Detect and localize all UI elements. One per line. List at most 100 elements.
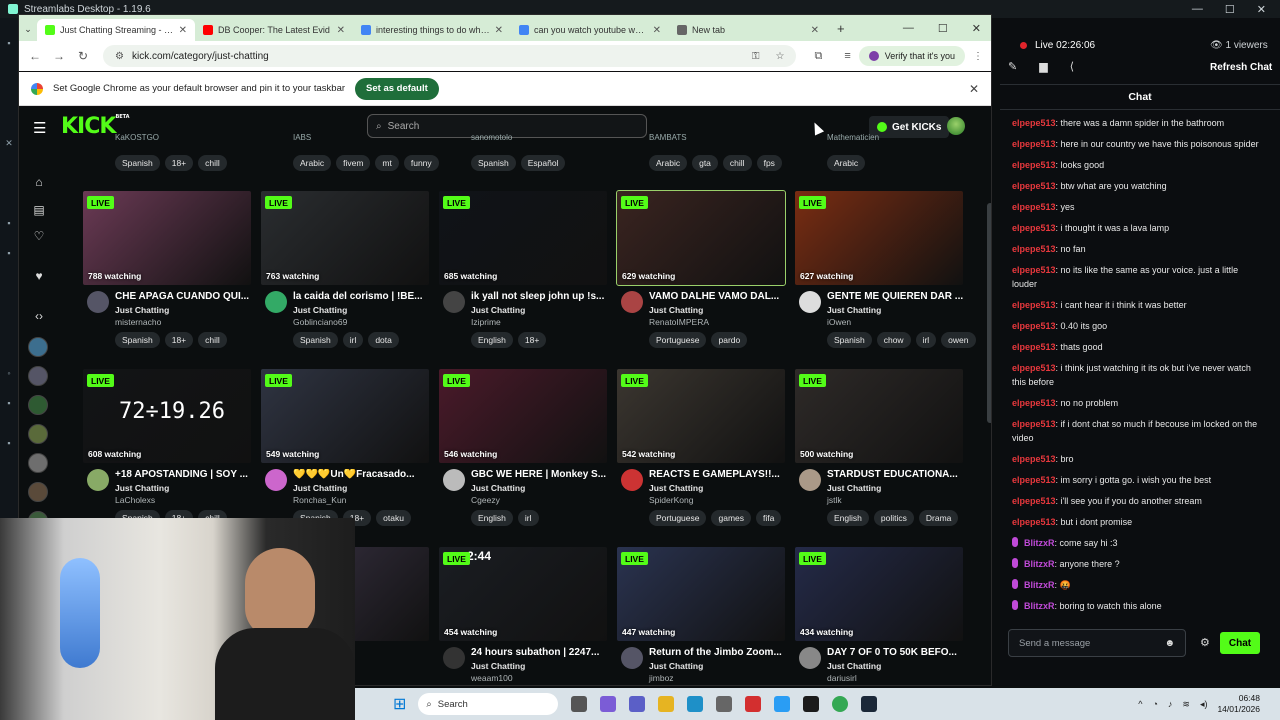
- browser-tab[interactable]: interesting things to do while o ✕: [353, 19, 511, 41]
- streamer-name[interactable]: jimboz: [649, 673, 674, 683]
- set-as-default-button[interactable]: Set as default: [355, 77, 439, 100]
- refresh-chat-button[interactable]: Refresh Chat: [1210, 62, 1272, 73]
- teams-icon[interactable]: [629, 696, 646, 712]
- channel-avatar[interactable]: [28, 424, 48, 444]
- stream-thumbnail[interactable]: LIVE 627 watching: [795, 191, 963, 285]
- streamer-avatar[interactable]: [87, 469, 109, 491]
- steam-icon[interactable]: [861, 696, 878, 712]
- stream-card[interactable]: LIVE 549 watching 💛💛💛Un💛Fracasado... Just…: [261, 369, 429, 526]
- chat-username[interactable]: elpepe513: [1012, 475, 1056, 485]
- tag-chip[interactable]: Arabic: [827, 155, 866, 171]
- tag-chip[interactable]: chill: [722, 155, 752, 171]
- stream-thumbnail[interactable]: LIVE 788 watching: [83, 191, 251, 285]
- home-icon[interactable]: ⌂: [31, 175, 47, 189]
- tag-chip[interactable]: Arabic: [649, 155, 688, 171]
- streamer-name[interactable]: IABS: [293, 133, 311, 142]
- tag-chip[interactable]: fps: [756, 155, 782, 171]
- store-icon[interactable]: [716, 696, 733, 712]
- tag-chip[interactable]: chow: [876, 332, 911, 348]
- stream-card[interactable]: LIVE 542 watching REACTS E GAMEPLAYS!!...…: [617, 369, 785, 526]
- tag-chip[interactable]: Spanish: [293, 332, 338, 348]
- streamer-name[interactable]: KaKOSTGO: [115, 133, 159, 142]
- stream-thumbnail[interactable]: LIVE 549 watching: [261, 369, 429, 463]
- url-bar[interactable]: ⚙ kick.com/category/just-chatting ⚿ ☆: [103, 45, 797, 67]
- following-heart-icon[interactable]: ♥: [31, 269, 47, 283]
- hamburger-menu-icon[interactable]: ☰: [33, 119, 46, 137]
- chat-username[interactable]: elpepe513: [1012, 118, 1056, 128]
- chrome-menu-icon[interactable]: ⋮: [973, 51, 983, 62]
- user-avatar[interactable]: [947, 117, 965, 135]
- home-icon[interactable]: ▪: [4, 38, 14, 48]
- chat-username[interactable]: elpepe513: [1012, 300, 1056, 310]
- tag-chip[interactable]: dota: [368, 332, 399, 348]
- streamer-name[interactable]: Mathematicien: [827, 133, 879, 142]
- stream-title[interactable]: +18 APOSTANDING | SOY ...: [115, 469, 253, 480]
- stream-thumbnail[interactable]: LIVE 763 watching: [261, 191, 429, 285]
- streamer-avatar[interactable]: [621, 291, 643, 313]
- stream-category[interactable]: Just Chatting: [649, 483, 703, 493]
- tag-chip[interactable]: otaku: [376, 510, 411, 526]
- tag-chip[interactable]: chill: [198, 155, 227, 171]
- share-icon[interactable]: ⟨: [1070, 60, 1074, 73]
- stream-title[interactable]: STARDUST EDUCATIONA...: [827, 469, 965, 480]
- channel-avatar[interactable]: [28, 482, 48, 502]
- extensions-icon[interactable]: ⧉: [814, 50, 822, 63]
- chat-send-button[interactable]: Chat: [1220, 632, 1260, 654]
- tag-chip[interactable]: Spanish: [115, 155, 160, 171]
- stream-thumbnail[interactable]: LIVE 434 watching: [795, 547, 963, 641]
- browser-tab[interactable]: DB Cooper: The Latest Evid ✕: [195, 19, 353, 41]
- streamer-name[interactable]: sanomotolo: [471, 133, 512, 142]
- chrome-minimize-button[interactable]: —: [903, 22, 914, 35]
- tag-chip[interactable]: Portuguese: [649, 510, 707, 526]
- tag-chip[interactable]: pardo: [711, 332, 748, 348]
- streamer-avatar[interactable]: [799, 291, 821, 313]
- widget-icon[interactable]: ▪: [4, 248, 14, 258]
- chrome-maximize-button[interactable]: ☐: [938, 22, 948, 35]
- volume-icon[interactable]: ◂): [1200, 699, 1208, 710]
- app-icon[interactable]: [774, 696, 791, 712]
- tag-chip[interactable]: irl: [915, 332, 937, 348]
- tag-chip[interactable]: owen: [941, 332, 976, 348]
- tag-chip[interactable]: Spanish: [827, 332, 872, 348]
- url-text[interactable]: kick.com/category/just-chatting: [132, 51, 269, 62]
- chat-username[interactable]: elpepe513: [1012, 244, 1056, 254]
- chat-username[interactable]: BlitzxR: [1024, 601, 1055, 611]
- stream-category[interactable]: Just Chatting: [827, 661, 881, 671]
- stream-title[interactable]: GENTE ME QUIEREN DAR ...: [827, 291, 965, 302]
- chat-username[interactable]: elpepe513: [1012, 265, 1056, 275]
- tag-chip[interactable]: politics: [873, 510, 914, 526]
- tab-close-icon[interactable]: ✕: [337, 25, 345, 36]
- streamer-name[interactable]: dariusirl: [827, 673, 857, 683]
- tag-chip[interactable]: English: [471, 510, 513, 526]
- editor-icon[interactable]: ✕: [4, 138, 14, 149]
- chrome-close-button[interactable]: ✕: [972, 22, 981, 35]
- media-controls-icon[interactable]: ≡: [844, 50, 850, 62]
- chat-username[interactable]: elpepe513: [1012, 223, 1056, 233]
- streamer-avatar[interactable]: [799, 469, 821, 491]
- tag-chip[interactable]: Spanish: [471, 155, 516, 171]
- streamer-name[interactable]: Cgeezy: [471, 495, 500, 505]
- tag-chip[interactable]: fivem: [336, 155, 371, 171]
- task-view-icon[interactable]: [571, 696, 588, 712]
- stream-category[interactable]: Just Chatting: [471, 483, 525, 493]
- tab-close-icon[interactable]: ✕: [811, 25, 819, 36]
- chat-username[interactable]: elpepe513: [1012, 398, 1056, 408]
- stream-thumbnail[interactable]: LIVE 546 watching: [439, 369, 607, 463]
- streamer-avatar[interactable]: [621, 647, 643, 669]
- layout-icon[interactable]: ▪: [4, 218, 14, 228]
- stream-card[interactable]: LIVE 546 watching GBC WE HERE | Monkey S.…: [439, 369, 607, 526]
- stream-category[interactable]: Just Chatting: [293, 483, 347, 493]
- back-icon[interactable]: ←: [23, 49, 47, 63]
- streamer-name[interactable]: Goblinciano69: [293, 317, 347, 327]
- streamer-name[interactable]: BAMBATS: [649, 133, 687, 142]
- stream-card[interactable]: LIVE 629 watching VAMO DALHE VAMO DAL... …: [616, 190, 786, 348]
- streamer-avatar[interactable]: [443, 291, 465, 313]
- site-info-icon[interactable]: ⚙: [115, 51, 124, 62]
- streamer-name[interactable]: weaam100: [471, 673, 513, 683]
- stream-title[interactable]: ik yall not sleep john up !s...: [471, 291, 609, 302]
- channel-avatar[interactable]: [28, 395, 48, 415]
- chat-username[interactable]: elpepe513: [1012, 454, 1056, 464]
- chat-username[interactable]: elpepe513: [1012, 496, 1056, 506]
- tag-chip[interactable]: fifa: [756, 510, 782, 526]
- chat-message-input[interactable]: Send a message ☻: [1008, 629, 1186, 657]
